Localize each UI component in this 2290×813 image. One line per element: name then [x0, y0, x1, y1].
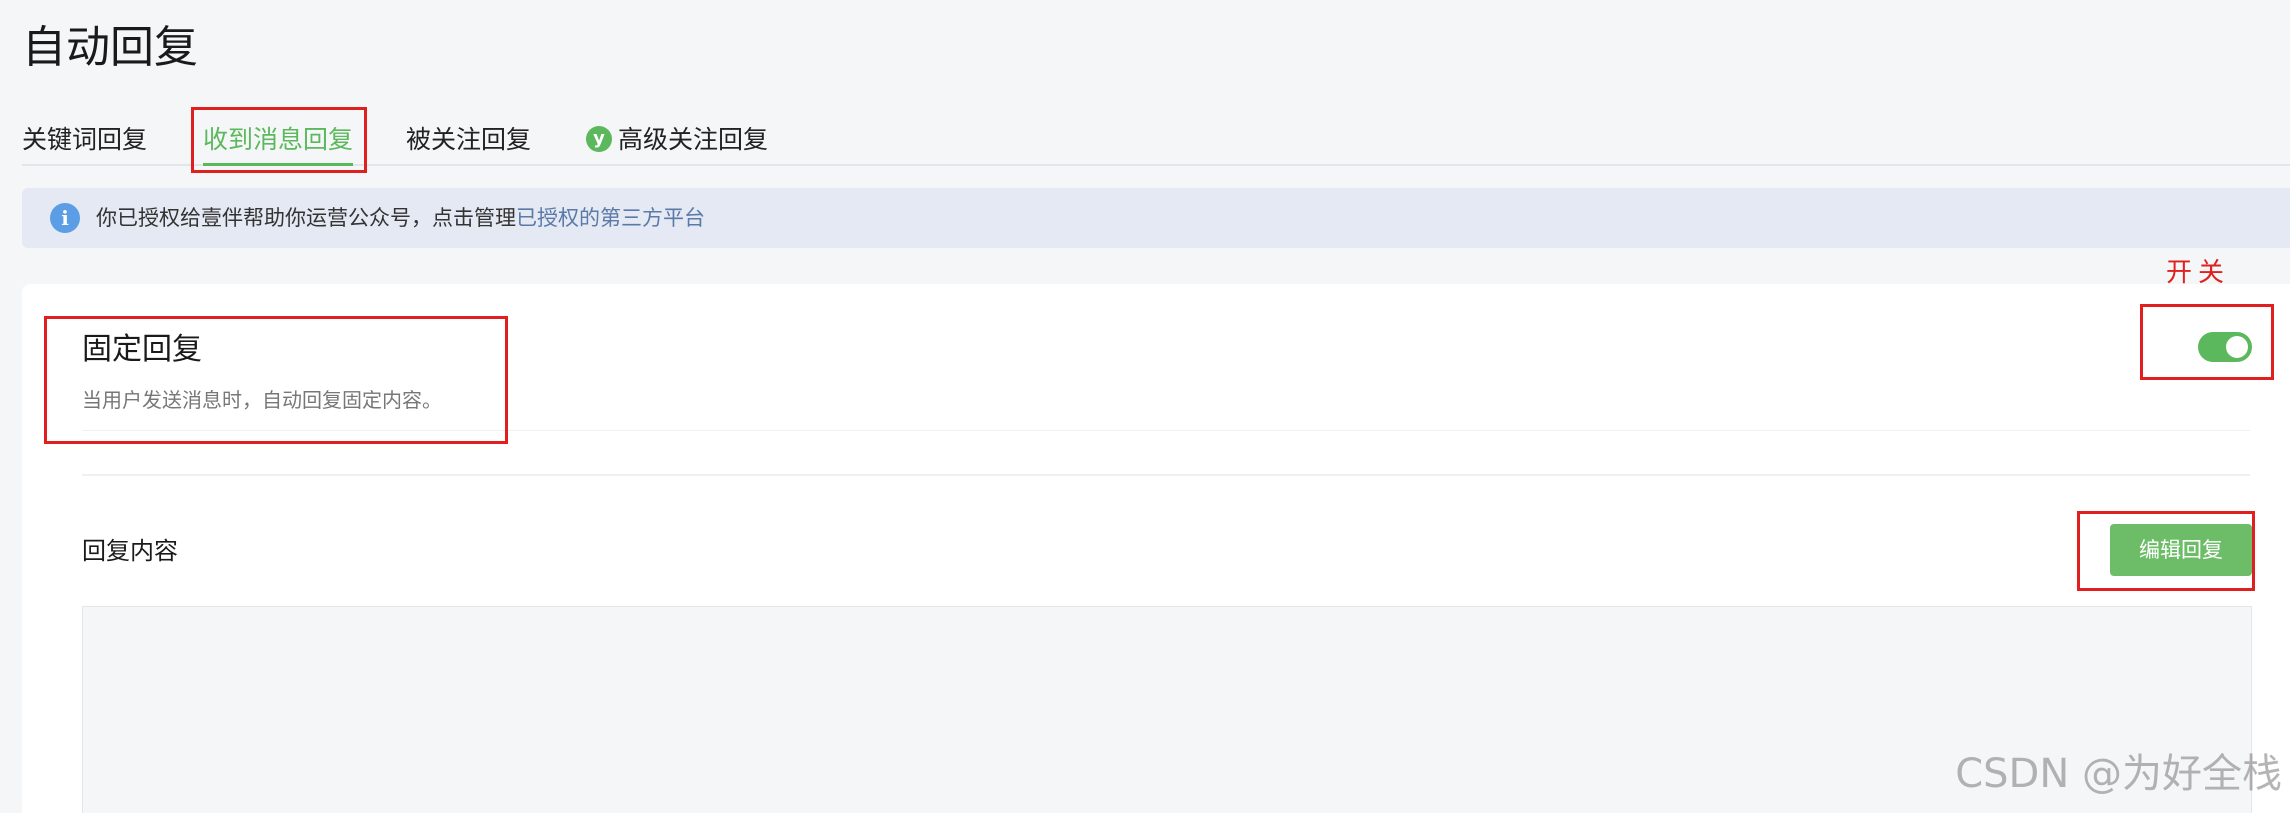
- tab-label: 关键词回复: [22, 125, 148, 154]
- auto-reply-card: 固定回复 当用户发送消息时，自动回复固定内容。 回复内容 编辑回复: [22, 284, 2290, 813]
- tab-keyword-reply[interactable]: 关键词回复: [22, 118, 147, 162]
- watermark: CSDN @为好全栈: [1955, 751, 2282, 797]
- info-text: 你已授权给壹伴帮助你运营公众号，点击管理已授权的第三方平台: [96, 188, 705, 248]
- fixed-reply-header: 固定回复 当用户发送消息时，自动回复固定内容。: [82, 330, 2250, 431]
- page: 自动回复 关键词回复 收到消息回复 被关注回复 y 高级关注回复 i 你已授权给壹…: [0, 0, 2290, 813]
- section-divider: [82, 474, 2250, 476]
- annotation-switch-label: 开关: [2166, 258, 2231, 288]
- info-banner: i 你已授权给壹伴帮助你运营公众号，点击管理已授权的第三方平台: [22, 188, 2290, 248]
- info-icon: i: [50, 203, 80, 233]
- authorized-platform-link[interactable]: 已授权的第三方平台: [516, 206, 705, 230]
- fixed-reply-description: 当用户发送消息时，自动回复固定内容。: [82, 388, 442, 412]
- fixed-reply-title: 固定回复: [82, 332, 202, 367]
- info-message: 你已授权给壹伴帮助你运营公众号，点击管理: [96, 206, 516, 230]
- tab-bar: 关键词回复 收到消息回复 被关注回复 y 高级关注回复: [22, 118, 2290, 166]
- toggle-knob: [2226, 336, 2248, 358]
- edit-reply-button[interactable]: 编辑回复: [2110, 524, 2252, 576]
- tab-label: 高级关注回复: [618, 125, 769, 154]
- active-tab-indicator: [203, 163, 354, 166]
- reply-content-area[interactable]: [82, 606, 2252, 813]
- tab-message-reply[interactable]: 收到消息回复: [203, 118, 354, 166]
- tab-advanced-follow-reply[interactable]: y 高级关注回复: [586, 118, 768, 162]
- yiban-logo-icon: y: [586, 126, 612, 152]
- fixed-reply-toggle[interactable]: [2198, 332, 2252, 362]
- tab-label: 收到消息回复: [203, 125, 354, 154]
- reply-content-label: 回复内容: [82, 537, 178, 565]
- tab-follow-reply[interactable]: 被关注回复: [406, 118, 531, 162]
- tab-label: 被关注回复: [406, 125, 532, 154]
- page-title: 自动回复: [22, 22, 198, 73]
